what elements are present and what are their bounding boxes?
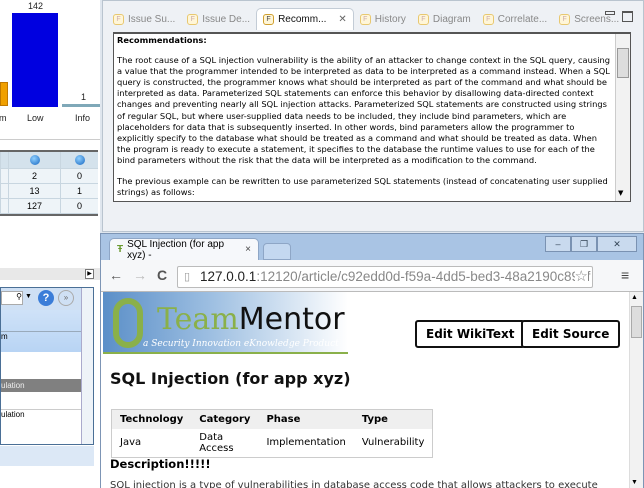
editor-panel: F Issue Su... F Issue De... F Recomm... ✕ FH… [102,0,644,232]
recommendations-heading: Recommendations: [117,35,207,45]
scroll-thumb[interactable] [617,48,629,78]
form-icon: F [559,13,571,25]
page-title: SQL Injection (for app xyz) [110,369,351,388]
bookmark-star-icon[interactable]: ☆ [574,267,588,287]
category-label: Info [75,113,91,123]
form-icon: F [263,14,275,25]
close-window-icon[interactable]: ✕ [597,236,637,252]
browser-window: Ŧ SQL Injection (for app xyz) - × – ❐ ✕ … [100,233,644,488]
chevron-double-down-icon[interactable]: » [58,290,74,306]
vertical-scrollbar[interactable] [81,288,93,444]
page-scrollbar[interactable]: ▲ ▼ [629,292,643,488]
description-heading: Description!!!!! [110,457,211,471]
chart-bar-info [62,104,100,107]
scroll-down-icon[interactable]: ▼ [631,479,638,486]
form-icon: F [113,13,124,25]
list-view: ⚲ ▼ ? » m ulation ulation [0,287,94,445]
search-icon[interactable]: ⚲ [1,291,23,305]
browser-tab[interactable]: Ŧ SQL Injection (for app xyz) - × [109,238,259,261]
new-tab-button[interactable] [263,243,291,260]
tab-issue-details[interactable]: F Issue De... [181,8,256,30]
tab-correlated[interactable]: F Correlate... [477,8,553,30]
tab-recommendations[interactable]: F Recomm... ✕ [256,8,354,30]
teammentor-logo[interactable]: TeamMentor a Security Innovation eKnowle… [103,292,348,354]
tab-issue-summary[interactable]: F Issue Su... [107,8,181,30]
horizontal-scrollbar[interactable]: ▶ [0,268,100,280]
page-icon: ▯ [184,271,191,283]
tab-diagram[interactable]: F Diagram [412,8,477,30]
close-icon[interactable]: ✕ [338,14,346,25]
reload-icon[interactable]: C [157,267,167,283]
address-bar[interactable]: ▯ 127.0.0.1:12120/article/c92edd0d-f59a-… [177,266,593,288]
back-icon[interactable]: ← [109,267,123,283]
edit-wikitext-button[interactable]: Edit WikiText [415,320,526,348]
minimize-window-icon[interactable]: – [545,236,571,252]
form-icon: F [482,13,494,25]
bar-value-low: 142 [28,1,44,11]
description-text: SQL injection is a type of vulnerabiliti… [110,480,598,488]
category-label: m [0,113,7,123]
article-metadata-table: Technology Category Phase Type Java Data Acc… [111,409,434,458]
list-item[interactable]: ulation [1,409,81,422]
severity-table: 20 13 1 127 0 [0,150,98,216]
list-item-selected[interactable]: ulation [1,379,81,392]
scroll-thumb[interactable] [631,306,642,338]
form-icon: F [359,13,371,25]
close-tab-icon[interactable]: × [245,244,251,255]
edit-source-button[interactable]: Edit Source [521,320,621,348]
dropdown-icon[interactable]: ▼ [25,293,32,300]
scroll-up-icon[interactable]: ▲ [631,294,638,301]
column-header[interactable]: m [1,331,81,343]
table-row[interactable]: 20 [0,169,98,184]
menu-icon[interactable]: ≡ [621,267,629,283]
chart-bar-medium [0,82,8,106]
teammentor-favicon: Ŧ [117,244,124,255]
scroll-right-icon[interactable]: ▶ [85,269,94,279]
vertical-scrollbar[interactable]: ▼ [615,34,630,201]
recommendations-text: Recommendations: The root cause of a SQL… [113,32,631,202]
web-page: TeamMentor a Security Innovation eKnowle… [101,292,629,488]
maximize-icon[interactable] [622,11,633,22]
form-icon: F [187,13,199,25]
help-icon[interactable]: ? [38,290,54,306]
restore-window-icon[interactable]: ❐ [571,236,597,252]
info-icon [74,155,85,165]
chart-bar-low [12,13,58,107]
forward-icon[interactable]: → [133,267,147,283]
bar-value-info: 1 [81,92,87,102]
minimize-icon[interactable] [605,11,615,15]
severity-chart: 142 1 m Low Info [0,0,100,140]
editor-tabs: F Issue Su... F Issue De... F Recomm... ✕ FH… [107,8,625,30]
table-row[interactable]: 127 0 [0,199,98,214]
table-row[interactable]: 13 1 [0,184,98,199]
list-toolbar: ⚲ ▼ ? » [1,288,81,310]
browser-toolbar: ← → C ▯ 127.0.0.1:12120/article/c92edd0d… [101,260,643,292]
tab-history[interactable]: F History [354,8,412,30]
category-label: Low [27,113,44,123]
form-icon: F [417,13,429,25]
info-icon [29,155,40,165]
scroll-down-icon[interactable]: ▼ [618,188,623,199]
left-panel: 142 1 m Low Info 20 13 1 127 0 ▶ ⚲ ▼ ? » m… [0,0,100,488]
